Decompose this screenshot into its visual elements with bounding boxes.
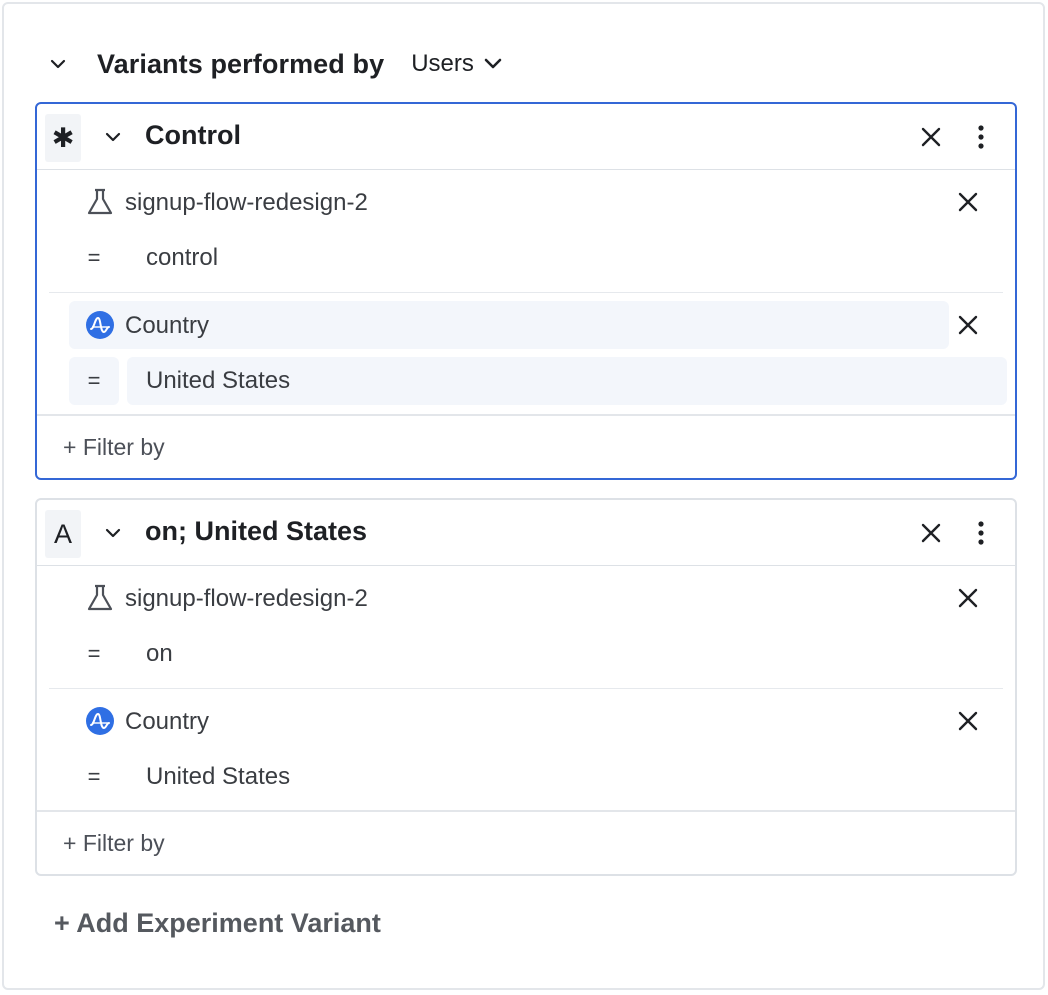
- variant-title: Control: [145, 120, 241, 150]
- filter-property-label: Country: [125, 312, 210, 339]
- users-dropdown[interactable]: Users: [411, 50, 502, 78]
- filter-row: Country = United States: [49, 292, 1007, 414]
- filter-row: signup-flow-redesign-2 = on: [49, 566, 1003, 688]
- collapse-chevron-icon[interactable]: [48, 54, 68, 74]
- filter-operator[interactable]: =: [69, 357, 119, 405]
- users-dropdown-label: Users: [411, 50, 474, 77]
- filter-row: Country = United States: [49, 688, 1003, 810]
- filter-value[interactable]: control: [127, 234, 1007, 282]
- filter-property-label: Country: [125, 708, 210, 735]
- chevron-down-icon: [484, 58, 502, 70]
- filter-property-label: signup-flow-redesign-2: [125, 585, 368, 612]
- variant-title: on; United States: [145, 516, 368, 546]
- flask-icon: [85, 187, 115, 217]
- remove-variant-close-icon[interactable]: [917, 123, 945, 151]
- more-options-icon[interactable]: [971, 123, 991, 151]
- amplitude-logo-icon: [85, 706, 115, 736]
- filter-property[interactable]: signup-flow-redesign-2: [69, 574, 949, 622]
- segment-panel: Variants performed by Users ✱ Control si…: [2, 2, 1045, 990]
- filter-row: signup-flow-redesign-2 = control: [49, 170, 1003, 292]
- filter-property[interactable]: signup-flow-redesign-2: [69, 178, 949, 226]
- filter-by-button[interactable]: + Filter by: [63, 830, 165, 857]
- filter-value[interactable]: United States: [127, 753, 1007, 801]
- remove-variant-close-icon[interactable]: [917, 519, 945, 547]
- remove-filter-close-icon[interactable]: [954, 582, 982, 614]
- flask-icon: [85, 583, 115, 613]
- variant-collapse-chevron-icon[interactable]: [103, 523, 123, 543]
- variant-card-control[interactable]: ✱ Control signup-flow-redesign-2 = contr…: [35, 102, 1017, 480]
- filter-operator[interactable]: =: [69, 234, 119, 282]
- section-header: Variants performed by Users: [48, 44, 502, 84]
- more-options-icon[interactable]: [971, 519, 991, 547]
- filter-operator[interactable]: =: [69, 753, 119, 801]
- variant-footer: + Filter by: [37, 414, 1015, 478]
- filter-value[interactable]: on: [127, 630, 1007, 678]
- variant-header: ✱ Control: [37, 104, 1015, 170]
- filter-operator[interactable]: =: [69, 630, 119, 678]
- filter-property[interactable]: Country: [69, 697, 949, 745]
- filter-by-button[interactable]: + Filter by: [63, 434, 165, 461]
- section-title: Variants performed by: [97, 48, 385, 79]
- amplitude-logo-icon: [85, 310, 115, 340]
- variant-header: A on; United States: [37, 500, 1015, 566]
- remove-filter-close-icon[interactable]: [954, 186, 982, 218]
- add-experiment-variant-button[interactable]: + Add Experiment Variant: [54, 908, 381, 939]
- variant-collapse-chevron-icon[interactable]: [103, 127, 123, 147]
- variant-footer: + Filter by: [37, 810, 1015, 874]
- filter-property[interactable]: Country: [69, 301, 949, 349]
- filter-property-label: signup-flow-redesign-2: [125, 189, 368, 216]
- variant-badge: A: [45, 510, 81, 558]
- variant-badge: ✱: [45, 114, 81, 162]
- remove-filter-close-icon[interactable]: [954, 309, 982, 341]
- filter-value[interactable]: United States: [127, 357, 1007, 405]
- remove-filter-close-icon[interactable]: [954, 705, 982, 737]
- variant-card-a[interactable]: A on; United States signup-flow-redesign…: [35, 498, 1017, 876]
